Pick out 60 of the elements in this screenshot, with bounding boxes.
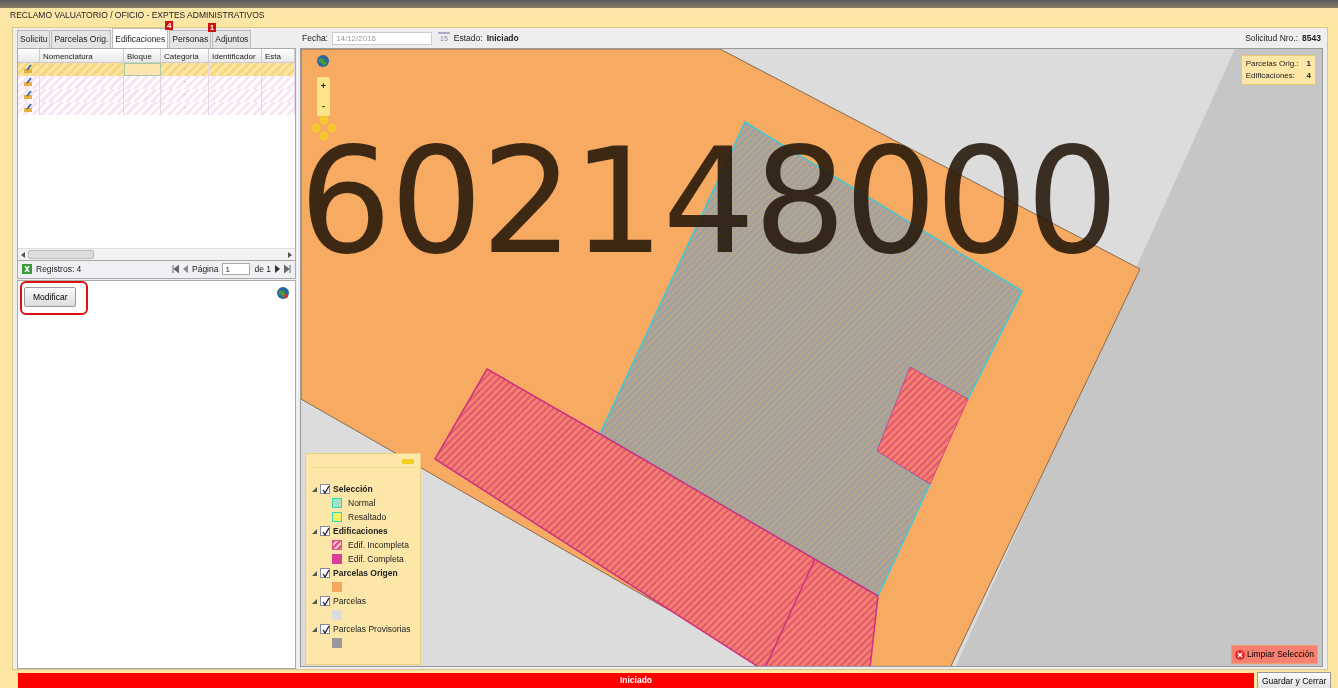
horizontal-scrollbar[interactable] bbox=[18, 248, 295, 260]
close-icon bbox=[1234, 649, 1245, 660]
globe-icon[interactable] bbox=[277, 286, 289, 299]
expand-icon[interactable] bbox=[312, 598, 317, 604]
checkbox[interactable] bbox=[320, 568, 330, 578]
records-count: Registros: 4 bbox=[36, 262, 82, 276]
edit-icon[interactable] bbox=[23, 90, 33, 101]
checkbox[interactable] bbox=[320, 526, 330, 536]
layer-label: Edificaciones bbox=[333, 524, 388, 538]
save-close-button[interactable]: Guardar y Cerrar bbox=[1257, 672, 1332, 688]
count-label: Parcelas Orig.: bbox=[1245, 58, 1299, 70]
tab[interactable]: Edificaciones bbox=[112, 28, 169, 48]
zoom-in-button[interactable]: + bbox=[320, 77, 327, 97]
scroll-right-icon[interactable] bbox=[288, 251, 292, 258]
tab[interactable]: Adjuntos bbox=[212, 30, 252, 48]
checkbox[interactable] bbox=[320, 596, 330, 606]
edit-icon[interactable] bbox=[23, 64, 33, 75]
expand-icon[interactable] bbox=[312, 570, 317, 576]
page-count: de 1 bbox=[254, 262, 271, 276]
count-value: 1 bbox=[1306, 58, 1311, 70]
page-input[interactable]: 1 bbox=[222, 263, 251, 276]
scroll-left-icon[interactable] bbox=[21, 251, 25, 258]
globe-icon[interactable] bbox=[317, 55, 329, 67]
status-value: Iniciado bbox=[486, 31, 519, 45]
tab[interactable]: Personas bbox=[169, 30, 212, 48]
edit-icon[interactable] bbox=[23, 103, 33, 114]
request-number: 8543 bbox=[1302, 31, 1321, 45]
request-number-label: Solicitud Nro.: bbox=[1245, 31, 1299, 45]
modify-button[interactable]: Modificar bbox=[24, 286, 77, 308]
count-label: Edificaciones: bbox=[1245, 70, 1295, 82]
first-page-icon[interactable] bbox=[172, 265, 179, 274]
count-value: 4 bbox=[1306, 70, 1311, 82]
last-page-icon[interactable] bbox=[284, 265, 291, 274]
legend-label: Edif. Incompleta bbox=[348, 538, 409, 552]
checkbox[interactable] bbox=[320, 624, 330, 634]
excel-icon[interactable] bbox=[22, 264, 32, 275]
layer-label: Parcelas Origen bbox=[333, 566, 398, 580]
layer-label: Selección bbox=[333, 482, 373, 496]
date-label: Fecha: bbox=[302, 31, 328, 45]
count-badge: 4 bbox=[164, 21, 174, 30]
tab[interactable]: Parcelas Orig. bbox=[51, 30, 112, 48]
status-bar: Iniciado bbox=[18, 673, 1254, 688]
legend-label: Resaltado bbox=[348, 510, 387, 524]
edit-icon[interactable] bbox=[23, 77, 33, 88]
window-title: RECLAMO VALUATORIO / OFICIO - EXPTES ADMINISTRATIVOS bbox=[0, 8, 1338, 22]
checkbox[interactable] bbox=[320, 484, 330, 494]
page-label: Página bbox=[192, 262, 219, 276]
clear-selection-button[interactable]: Limpiar Selección bbox=[1230, 645, 1318, 664]
status-label: Estado: bbox=[453, 31, 483, 45]
legend-label: Normal bbox=[348, 496, 376, 510]
expand-icon[interactable] bbox=[312, 528, 317, 534]
layer-label: Parcelas Provisorias bbox=[333, 622, 411, 636]
count-badge: 1 bbox=[207, 23, 217, 32]
next-page-icon[interactable] bbox=[275, 265, 280, 274]
expand-icon[interactable] bbox=[312, 486, 317, 492]
tab[interactable]: Solicitu bbox=[17, 30, 51, 48]
layer-label: Parcelas bbox=[333, 594, 367, 608]
expand-icon[interactable] bbox=[312, 626, 317, 632]
legend-label: Edif. Completa bbox=[348, 552, 404, 566]
previous-page-icon[interactable] bbox=[183, 265, 188, 274]
